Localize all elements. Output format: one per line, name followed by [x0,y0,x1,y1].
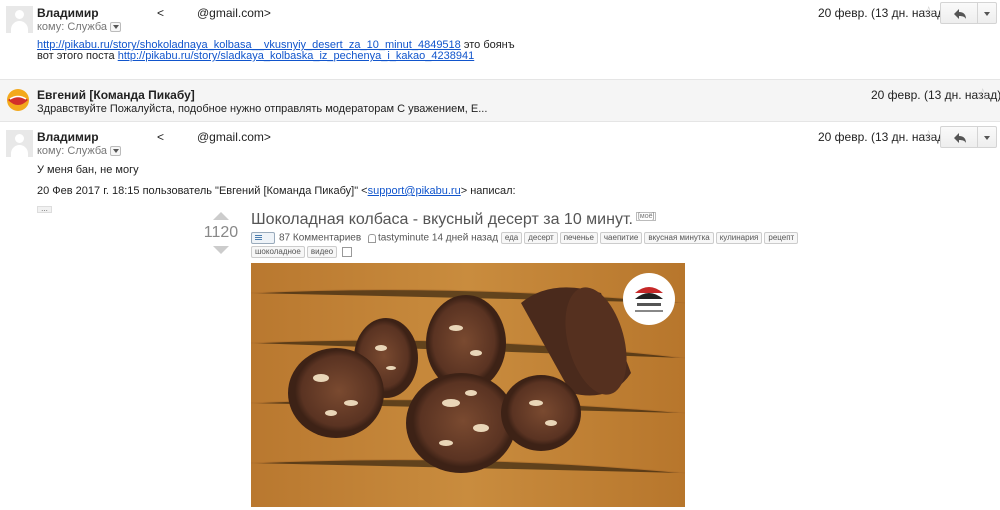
quote-email-link[interactable]: support@pikabu.ru [368,185,461,197]
sender-email-prefix: < [157,130,165,144]
post-rating: 1120 [203,224,239,241]
downvote-icon[interactable] [213,246,229,254]
author-icon [367,233,376,243]
tag[interactable]: печенье [559,232,598,244]
message-snippet: Здравствуйте Пожалуйста, подобное нужно … [37,103,488,115]
post-title-link[interactable]: Шоколадная колбаса - вкусный десерт за 1… [251,211,633,228]
sender-email-domain: @gmail.com> [197,130,271,144]
more-options-button[interactable] [978,126,997,148]
view-toggle-icon[interactable] [251,232,275,244]
reply-button[interactable] [940,2,978,24]
tag[interactable]: вкусная минутка [644,232,714,244]
avatar [6,6,33,33]
own-post-badge: [моё] [635,212,657,221]
star-icon[interactable]: ☆ [976,87,989,102]
post-image [251,263,685,507]
reply-button[interactable] [940,126,978,148]
reply-icon [954,9,966,19]
tag[interactable]: чаепитие [599,232,643,244]
post-meta: 87 Комментариев tastyminute 14 дней наза… [251,232,800,244]
details-dropdown[interactable] [110,146,121,157]
message-1[interactable]: Владимир < @gmail.com> кому: Служба 20 ф… [0,0,1000,79]
sender-name[interactable]: Евгений [Команда Пикабу] [37,88,195,102]
tag[interactable]: кулинария [715,232,763,244]
body-text: вот этого поста [37,50,118,62]
recipient-line: кому: Служба [37,145,121,157]
post-meta-line-2: шоколадное видео [251,246,353,258]
quote-prefix: 20 Фев 2017 г. 18:15 пользователь "Евген… [37,185,368,197]
body-line-2: вот этого поста http://pikabu.ru/story/s… [37,51,474,62]
quote-header: 20 Фев 2017 г. 18:15 пользователь "Евген… [37,186,516,197]
sender-name[interactable]: Владимир [37,6,99,20]
star-icon[interactable]: ☆ [922,129,935,144]
save-icon[interactable] [342,247,353,257]
tag[interactable]: десерт [524,232,558,244]
post-link[interactable]: http://pikabu.ru/story/sladkaya_kolbaska… [118,50,475,62]
show-trimmed-content-button[interactable]: ... [37,205,52,213]
tag[interactable]: рецепт [764,232,799,244]
tag[interactable]: еда [500,232,523,244]
vote-block: 1120 [203,212,239,254]
recipient-label: кому: Служба [37,21,107,33]
tag[interactable]: шоколадное [251,246,305,258]
quote-suffix: > написал: [460,185,516,197]
tag[interactable]: видео [306,246,338,258]
sender-email-domain: @gmail.com> [197,6,271,20]
post-age: 14 дней назад [429,232,501,244]
sender-email-prefix: < [157,6,165,20]
message-3[interactable]: Владимир < @gmail.com> кому: Служба 20 ф… [0,122,1000,213]
comments-link[interactable]: 87 Комментариев [279,233,361,244]
post-title: Шоколадная колбаса - вкусный десерт за 1… [251,211,657,229]
reply-icon [954,133,966,143]
message-2-collapsed[interactable]: Евгений [Команда Пикабу] Здравствуйте По… [0,79,1000,122]
recipient-label: кому: Служба [37,145,107,157]
more-options-button[interactable] [978,2,997,24]
upvote-icon[interactable] [213,212,229,220]
star-icon[interactable]: ☆ [922,5,935,20]
author-link[interactable]: tastyminute [378,233,429,244]
avatar [6,130,33,157]
pikabu-logo-avatar [6,88,33,115]
body-line-1: У меня бан, не могу [37,164,139,176]
details-dropdown[interactable] [110,22,121,33]
recipient-line: кому: Служба [37,21,121,33]
sender-name[interactable]: Владимир [37,130,99,144]
